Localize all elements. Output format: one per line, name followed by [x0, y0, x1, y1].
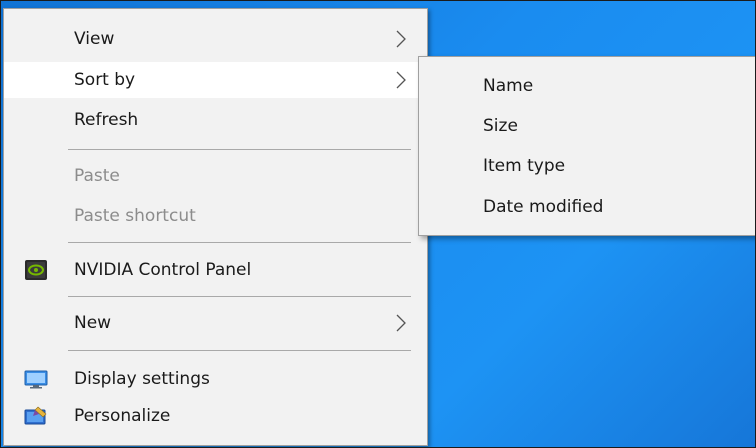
submenu-item-label: Name	[483, 76, 534, 96]
menu-separator	[68, 296, 411, 297]
submenu-item-item-type[interactable]: Item type	[419, 147, 755, 185]
menu-item-label: Display settings	[74, 369, 210, 389]
personalize-icon	[24, 406, 47, 425]
menu-item-refresh[interactable]: Refresh	[4, 102, 427, 138]
menu-item-view[interactable]: View	[4, 21, 427, 57]
submenu-item-date-modified[interactable]: Date modified	[419, 188, 755, 226]
chevron-right-icon	[396, 314, 406, 332]
menu-item-paste[interactable]: Paste	[4, 158, 427, 194]
display-settings-icon	[24, 370, 48, 389]
menu-separator	[68, 149, 411, 150]
menu-separator	[68, 350, 411, 351]
chevron-right-icon	[396, 71, 406, 89]
menu-item-personalize[interactable]: Personalize	[4, 398, 427, 434]
menu-item-sort-by[interactable]: Sort by	[4, 62, 427, 98]
chevron-right-icon	[396, 30, 406, 48]
menu-item-label: Paste	[74, 166, 120, 186]
menu-item-new[interactable]: New	[4, 305, 427, 341]
menu-item-label: New	[74, 313, 112, 333]
menu-item-label: Refresh	[74, 110, 139, 130]
submenu-item-size[interactable]: Size	[419, 107, 755, 145]
desktop-context-menu: View Sort by Refresh Paste Paste shortcu…	[3, 8, 428, 446]
menu-item-nvidia-control-panel[interactable]: NVIDIA Control Panel	[4, 252, 427, 288]
menu-item-label: Paste shortcut	[74, 206, 196, 226]
submenu-item-label: Date modified	[483, 197, 604, 217]
menu-item-label: View	[74, 29, 115, 49]
menu-item-paste-shortcut[interactable]: Paste shortcut	[4, 198, 427, 234]
menu-item-label: NVIDIA Control Panel	[74, 260, 252, 280]
menu-item-label: Personalize	[74, 406, 171, 426]
submenu-item-label: Item type	[483, 156, 566, 176]
menu-item-display-settings[interactable]: Display settings	[4, 361, 427, 397]
menu-separator	[68, 242, 411, 243]
sort-by-submenu: Name Size Item type Date modified	[418, 56, 756, 236]
submenu-item-name[interactable]: Name	[419, 67, 755, 105]
menu-item-label: Sort by	[74, 70, 136, 90]
submenu-item-label: Size	[483, 116, 518, 136]
nvidia-icon	[25, 260, 47, 280]
